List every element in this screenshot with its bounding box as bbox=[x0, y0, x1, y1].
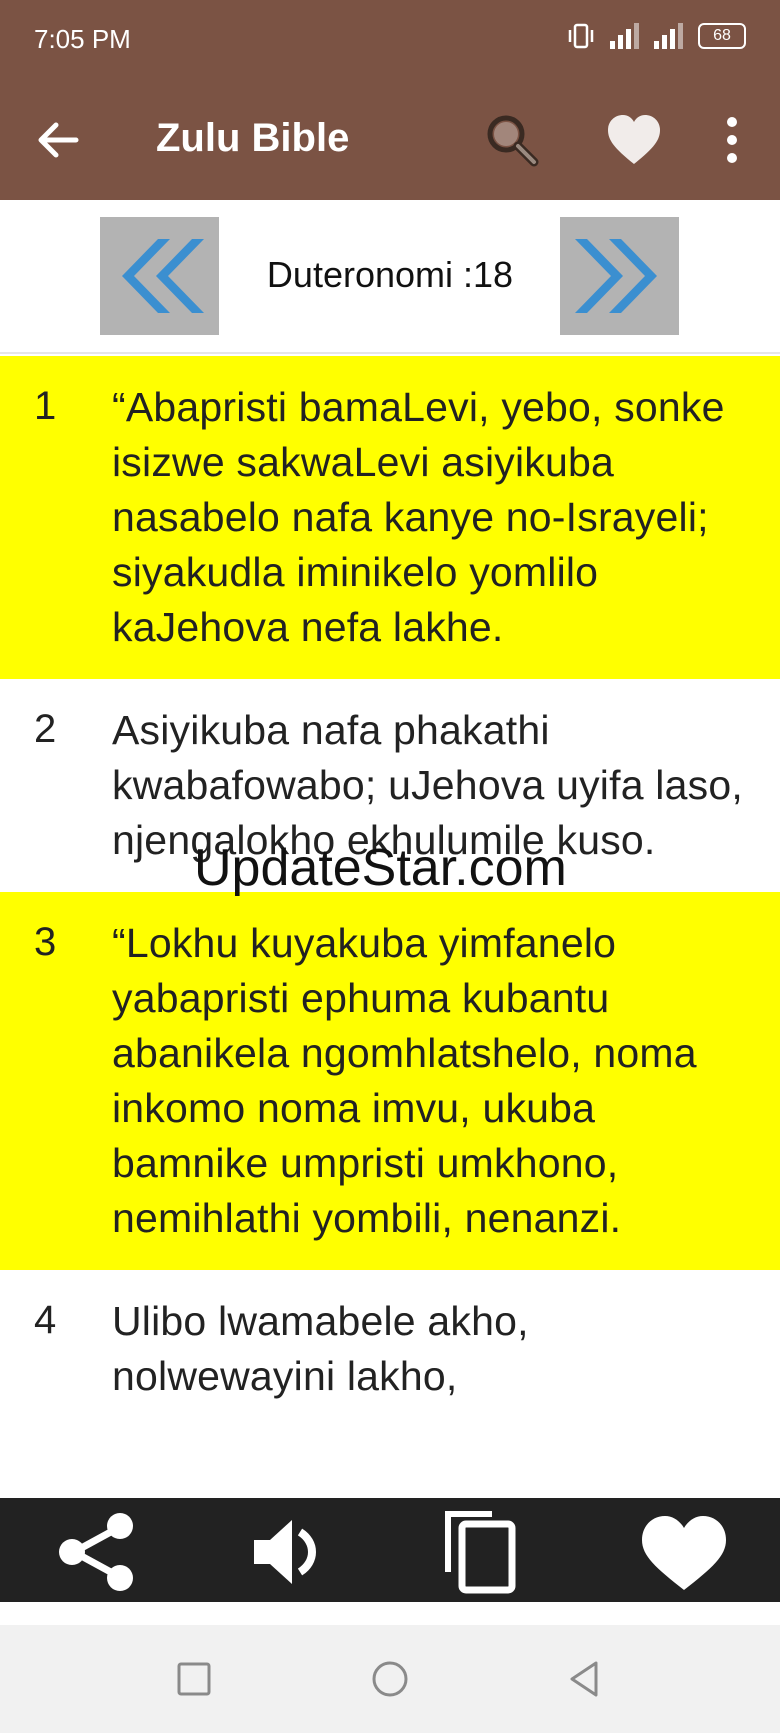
verse-text: Ulibo lwamabele akho, nolwewayini lakho, bbox=[112, 1298, 529, 1399]
double-chevron-left-icon bbox=[122, 239, 204, 313]
back-triangle-icon[interactable] bbox=[562, 1657, 606, 1701]
verse-number: 4 bbox=[34, 1298, 57, 1342]
next-chapter-button[interactable] bbox=[560, 217, 679, 335]
battery-icon: 68 bbox=[698, 23, 746, 49]
signal-icon bbox=[610, 23, 640, 49]
recents-icon[interactable] bbox=[172, 1657, 216, 1701]
verse-number: 1 bbox=[34, 384, 57, 428]
heart-icon[interactable] bbox=[604, 110, 664, 170]
verse-text: “Lokhu kuyakuba yimfanelo yabapristi eph… bbox=[112, 920, 697, 1241]
verse-number: 3 bbox=[34, 920, 57, 964]
system-nav-bar bbox=[0, 1625, 780, 1733]
chapter-nav: Duteronomi :18 bbox=[0, 200, 780, 354]
chapter-label: Duteronomi :18 bbox=[266, 254, 514, 295]
copy-icon[interactable] bbox=[440, 1510, 536, 1594]
back-arrow-icon[interactable] bbox=[30, 112, 86, 168]
verse-number: 2 bbox=[34, 707, 57, 751]
app-title: Zulu Bible bbox=[156, 116, 350, 160]
status-time: 7:05 PM bbox=[34, 24, 131, 54]
verse-text: “Abapristi bamaLevi, yebo, sonke isizwe … bbox=[112, 384, 725, 650]
more-vert-icon[interactable] bbox=[712, 110, 752, 170]
share-icon[interactable] bbox=[48, 1510, 144, 1594]
bookmark-heart-icon[interactable] bbox=[636, 1510, 732, 1594]
signal-icon-2 bbox=[654, 23, 684, 49]
double-chevron-right-icon bbox=[575, 239, 657, 313]
status-bar: 7:05 PM 68 bbox=[0, 0, 780, 80]
action-toolbar bbox=[0, 1498, 780, 1602]
watermark: UpdateStar.com bbox=[194, 839, 567, 897]
vibrate-icon bbox=[568, 23, 594, 49]
verse-item[interactable]: 4 Ulibo lwamabele akho, nolwewayini lakh… bbox=[0, 1270, 780, 1428]
home-icon[interactable] bbox=[368, 1657, 412, 1701]
prev-chapter-button[interactable] bbox=[100, 217, 219, 335]
verse-item[interactable]: 1 “Abapristi bamaLevi, yebo, sonke isizw… bbox=[0, 356, 780, 679]
speaker-icon[interactable] bbox=[244, 1510, 340, 1594]
verse-item[interactable]: 3 “Lokhu kuyakuba yimfanelo yabapristi e… bbox=[0, 892, 780, 1270]
app-bar: Zulu Bible bbox=[0, 80, 780, 200]
status-icons: 68 bbox=[566, 22, 746, 50]
search-icon[interactable] bbox=[480, 108, 544, 172]
